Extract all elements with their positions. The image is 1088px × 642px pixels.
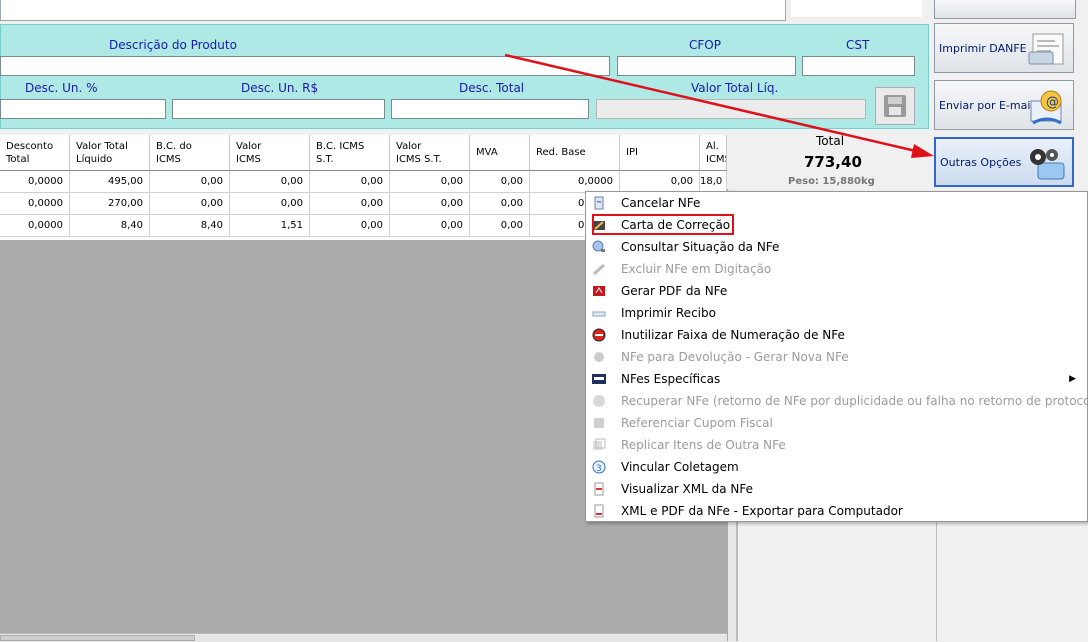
annotation-arrow: [504, 53, 934, 158]
